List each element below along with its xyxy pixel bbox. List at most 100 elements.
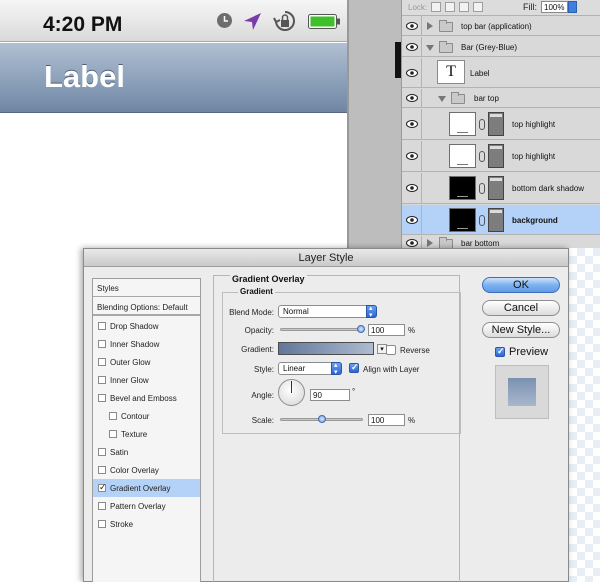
- visibility-eye-icon[interactable]: [402, 16, 422, 35]
- layer-name: bar bottom: [461, 239, 500, 248]
- visibility-eye-icon[interactable]: [402, 109, 422, 139]
- style-item-inner-shadow[interactable]: Inner Shadow: [93, 335, 200, 353]
- angle-dial[interactable]: [278, 379, 305, 406]
- fill-dropdown-icon[interactable]: [568, 1, 577, 13]
- opacity-slider-thumb[interactable]: [357, 325, 365, 333]
- checkbox[interactable]: [98, 448, 106, 456]
- checkbox[interactable]: [98, 520, 106, 528]
- visibility-eye-icon[interactable]: [402, 37, 422, 56]
- layer-name: top bar (application): [461, 22, 532, 31]
- blend-mode-label: Blend Mode:: [229, 308, 274, 317]
- dialog-titlebar[interactable]: Layer Style: [84, 249, 568, 267]
- ios-mockup: 4:20 PM Label: [0, 0, 347, 248]
- reverse-checkbox[interactable]: [386, 345, 396, 355]
- select-arrows-icon: [366, 303, 377, 322]
- layer-row[interactable]: bar top: [402, 89, 600, 108]
- visibility-eye-icon[interactable]: [402, 89, 422, 107]
- style-item-contour[interactable]: Contour: [93, 407, 200, 425]
- rotation-lock-icon: [273, 10, 297, 34]
- navigation-bar: Label: [0, 43, 347, 113]
- location-arrow-icon: [243, 12, 262, 33]
- gradient-label: Gradient:: [241, 345, 274, 354]
- lock-label: Lock:: [408, 3, 428, 12]
- new-style-button[interactable]: New Style...: [482, 322, 560, 338]
- vector-mask-thumbnail: [488, 144, 504, 168]
- status-bar: 4:20 PM: [0, 0, 347, 42]
- opacity-slider[interactable]: [280, 328, 363, 331]
- cancel-button[interactable]: Cancel: [482, 300, 560, 316]
- style-item-bevel-emboss[interactable]: Bevel and Emboss: [93, 389, 200, 407]
- fill-label: Fill:: [523, 2, 537, 12]
- visibility-eye-icon[interactable]: [402, 58, 422, 87]
- layers-panel: Lock: Fill: 100% top bar (application) B…: [401, 0, 600, 250]
- lock-all-icon[interactable]: [473, 2, 483, 12]
- ok-button[interactable]: OK: [482, 277, 560, 293]
- preview-box: [495, 365, 549, 419]
- layer-thumbnail: [449, 144, 476, 168]
- style-item-stroke[interactable]: Stroke: [93, 515, 200, 533]
- checkbox[interactable]: [98, 340, 106, 348]
- expand-triangle-icon[interactable]: [427, 239, 433, 247]
- layer-name: bar top: [474, 94, 499, 103]
- fill-input[interactable]: 100%: [541, 1, 568, 13]
- preview-label: Preview: [509, 346, 549, 358]
- style-select[interactable]: Linear: [278, 360, 342, 379]
- checkbox[interactable]: [98, 376, 106, 384]
- layer-row[interactable]: bottom dark shadow: [402, 173, 600, 204]
- gradient-swatch[interactable]: [278, 342, 374, 355]
- style-item-pattern-overlay[interactable]: Pattern Overlay: [93, 497, 200, 515]
- lock-position-icon[interactable]: [459, 2, 469, 12]
- scale-input[interactable]: 100: [368, 414, 405, 426]
- layer-thumbnail: [449, 208, 476, 232]
- nav-bar-title: Label: [44, 59, 125, 94]
- opacity-input[interactable]: 100: [368, 324, 405, 336]
- folder-icon: [439, 41, 453, 53]
- visibility-eye-icon[interactable]: [402, 141, 422, 171]
- reverse-label: Reverse: [400, 346, 430, 355]
- align-with-layer-checkbox[interactable]: [349, 362, 359, 373]
- style-item-texture[interactable]: Texture: [93, 425, 200, 443]
- collapse-triangle-icon[interactable]: [438, 96, 446, 102]
- visibility-eye-icon[interactable]: [402, 205, 422, 234]
- layer-row[interactable]: top highlight: [402, 109, 600, 140]
- checkbox-checked[interactable]: [98, 482, 107, 493]
- layer-row[interactable]: top bar (application): [402, 16, 600, 36]
- layer-row[interactable]: T Label: [402, 58, 600, 88]
- link-chain-icon[interactable]: [479, 119, 485, 130]
- blending-options-item[interactable]: Blending Options: Default: [93, 298, 200, 316]
- angle-input[interactable]: 90: [310, 389, 350, 401]
- vector-mask-thumbnail: [488, 112, 504, 136]
- checkbox[interactable]: [98, 394, 106, 402]
- styles-header[interactable]: Styles: [93, 279, 200, 297]
- style-item-color-overlay[interactable]: Color Overlay: [93, 461, 200, 479]
- transparency-checkerboard: [569, 248, 600, 582]
- checkbox[interactable]: [98, 322, 106, 330]
- link-chain-icon[interactable]: [479, 151, 485, 162]
- style-item-satin[interactable]: Satin: [93, 443, 200, 461]
- checkbox[interactable]: [98, 466, 106, 474]
- checkbox[interactable]: [109, 412, 117, 420]
- style-item-drop-shadow[interactable]: Drop Shadow: [93, 317, 200, 335]
- lock-brush-icon[interactable]: [445, 2, 455, 12]
- layer-thumbnail: [449, 176, 476, 200]
- link-chain-icon[interactable]: [479, 215, 485, 226]
- checkbox[interactable]: [98, 358, 106, 366]
- style-item-outer-glow[interactable]: Outer Glow: [93, 353, 200, 371]
- collapse-triangle-icon[interactable]: [426, 45, 434, 51]
- checkbox[interactable]: [98, 502, 106, 510]
- blend-mode-select[interactable]: Normal: [278, 303, 377, 322]
- clock-icon: [216, 12, 233, 31]
- lock-transparent-icon[interactable]: [431, 2, 441, 12]
- scale-slider-thumb[interactable]: [317, 415, 326, 423]
- preview-checkbox[interactable]: [495, 346, 505, 357]
- style-item-inner-glow[interactable]: Inner Glow: [93, 371, 200, 389]
- link-chain-icon[interactable]: [479, 183, 485, 194]
- style-item-gradient-overlay[interactable]: Gradient Overlay: [93, 479, 200, 497]
- checkbox[interactable]: [109, 430, 117, 438]
- visibility-eye-icon[interactable]: [402, 173, 422, 203]
- expand-triangle-icon[interactable]: [427, 22, 433, 30]
- group-title: Gradient: [238, 287, 275, 296]
- layer-row[interactable]: Bar (Grey-Blue): [402, 37, 600, 57]
- layer-row-selected[interactable]: background: [402, 205, 600, 235]
- layer-row[interactable]: top highlight: [402, 141, 600, 172]
